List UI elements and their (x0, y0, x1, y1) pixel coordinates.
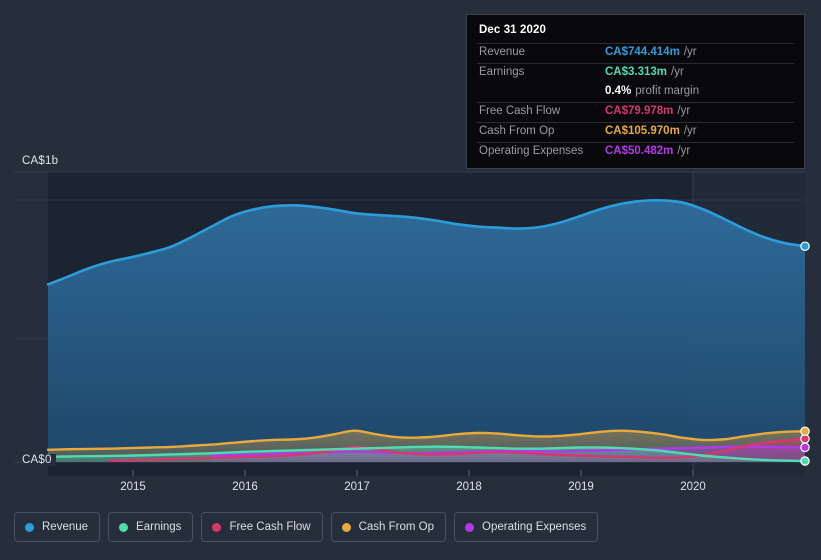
legend-item-label: Earnings (136, 521, 182, 533)
legend-color-dot-icon (119, 522, 129, 532)
legend-item-label: Operating Expenses (482, 521, 587, 533)
tooltip-row-unit: /yr (677, 145, 691, 157)
endpoint-cash-from-op (800, 426, 810, 437)
chart-page: CA$1b CA$0 2015 2016 2017 2018 2019 2020 Dec … (0, 0, 821, 560)
tooltip-row-unit: profit margin (635, 85, 700, 97)
legend-color-dot-icon (25, 522, 34, 532)
tooltip-row-value: CA$79.978m (605, 105, 674, 117)
tooltip-row-label: Cash From Op (479, 125, 555, 137)
x-axis-label-2018: 2018 (456, 481, 482, 493)
x-axis-label-2019: 2019 (568, 481, 594, 493)
x-axis-label-2020: 2020 (680, 481, 706, 493)
x-axis-label-2017: 2017 (344, 481, 370, 493)
endpoint-operating-expenses (800, 442, 810, 453)
legend-item-revenue[interactable]: Revenue (14, 512, 101, 542)
x-axis-label-2016: 2016 (232, 481, 258, 493)
tooltip-row-label: Earnings (479, 66, 525, 78)
tooltip-row: Cash From Op CA$105.970m/yr (477, 122, 794, 142)
tooltip-row-unit: /yr (677, 105, 691, 117)
legend-item-cash-from-op[interactable]: Cash From Op (330, 512, 447, 542)
legend-item-label: Revenue (42, 521, 89, 533)
tooltip-row-value: CA$3.313m (605, 66, 668, 78)
legend-color-dot-icon (212, 522, 222, 532)
endpoint-earnings (800, 456, 810, 466)
tooltip-row: 0.4% profit margin (477, 83, 794, 102)
tooltip-row-value: CA$105.970m (605, 125, 680, 137)
tooltip-row-label: Revenue (479, 46, 526, 58)
tooltip-row: Revenue CA$744.414m/yr (477, 43, 794, 63)
tooltip-row-unit: /yr (671, 66, 684, 78)
y-axis-label-top: CA$1b (22, 155, 63, 167)
tooltip-row-value: 0.4% (605, 85, 632, 97)
chart-legend[interactable]: Revenue Earnings Free Cash Flow Cash From O… (14, 512, 599, 542)
legend-item-label: Free Cash Flow (229, 521, 311, 533)
tooltip-row-unit: /yr (683, 46, 697, 58)
tooltip-row-value: CA$50.482m (605, 145, 674, 157)
tooltip-row: Earnings CA$3.313m/yr (477, 63, 794, 83)
tooltip-date: Dec 31 2020 (479, 24, 546, 36)
endpoint-revenue (800, 241, 810, 252)
legend-item-free-cash-flow[interactable]: Free Cash Flow (201, 512, 323, 542)
tooltip-row-label: Operating Expenses (479, 145, 584, 157)
tooltip-row: Operating Expenses CA$50.482m/yr (477, 142, 794, 162)
tooltip-rows: Revenue CA$744.414m/yr Earnings CA$3.313m/y… (477, 43, 794, 162)
tooltip-row-label: Free Cash Flow (479, 105, 561, 117)
x-axis-label-2015: 2015 (120, 481, 146, 493)
tooltip-row-value: CA$744.414m (605, 46, 680, 58)
legend-item-operating-expenses[interactable]: Operating Expenses (454, 512, 599, 542)
legend-color-dot-icon (465, 522, 475, 532)
y-axis-label-bottom: CA$0 (22, 454, 56, 466)
legend-item-earnings[interactable]: Earnings (108, 512, 194, 542)
legend-color-dot-icon (341, 522, 351, 532)
legend-item-label: Cash From Op (358, 521, 435, 533)
tooltip-row: Free Cash Flow CA$79.978m/yr (477, 102, 794, 122)
tooltip-row-unit: /yr (683, 125, 697, 137)
chart-tooltip: Dec 31 2020 Revenue CA$744.414m/yr Earning… (466, 14, 805, 169)
